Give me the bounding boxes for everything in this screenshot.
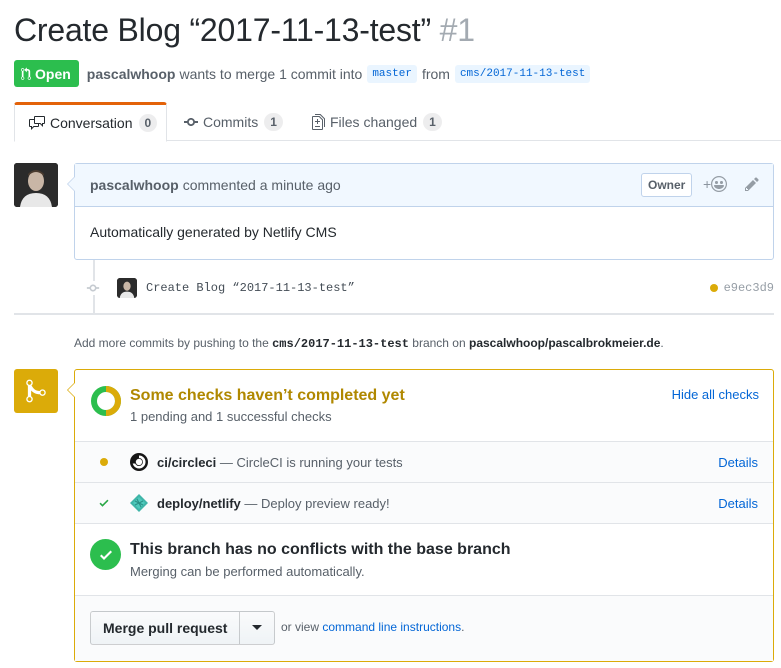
comment-time[interactable]: a minute ago [260,177,341,193]
tab-conversation-count: 0 [138,114,158,132]
state-badge: Open [14,60,79,87]
conflicts-section: This branch has no conflicts with the ba… [75,524,773,596]
comment-action: commented [182,177,256,193]
checks-progress-icon [91,386,121,416]
circleci-logo-icon [128,451,150,473]
checks-title: Some checks haven’t completed yet [130,387,405,404]
check-desc: — Deploy preview ready! [244,495,390,511]
hint-repo: pascalwhoop/pascalbrokmeier.de [469,336,661,350]
netlify-logo-icon [128,492,150,514]
edit-comment-button[interactable] [745,176,759,195]
tab-files-count: 1 [423,113,442,131]
merge-text: wants to merge 1 commit into [179,65,363,82]
tab-conversation[interactable]: Conversation 0 [14,102,167,142]
add-reaction-button[interactable]: + [703,176,728,192]
pr-title: Create Blog “2017-11-13-test” #1 [14,12,475,49]
pr-meta: Open pascalwhoop wants to merge 1 commit… [14,60,595,87]
check-row: deploy/netlify — Deploy preview ready! D… [75,483,773,524]
pr-title-text: Create Blog “2017-11-13-test” [14,12,431,48]
check-row: ci/circleci — CircleCI is running your t… [75,442,773,483]
checks-summary: Some checks haven’t completed yet 1 pend… [75,370,773,442]
commit-message[interactable]: Create Blog “2017-11-13-test” [146,281,355,295]
git-merge-icon [14,369,58,413]
command-line-instructions-link[interactable]: command line instructions [322,620,461,634]
comment-author[interactable]: pascalwhoop [90,177,179,193]
check-circle-icon [90,539,121,570]
conflicts-sub: Merging can be performed automatically. [130,564,365,579]
pr-author-link[interactable]: pascalwhoop [87,66,176,82]
git-commit-icon [86,281,100,295]
merge-options-button[interactable] [240,612,274,644]
alt-prefix: or view [281,620,320,634]
check-name: deploy/netlify [157,495,241,511]
pending-status-icon [97,458,111,466]
hint-prefix: Add more commits by pushing to the [74,336,269,350]
check-desc: — CircleCI is running your tests [219,454,403,470]
commit-sha-text: e9ec3d9 [723,281,774,295]
comment-discussion-icon [29,116,45,130]
comment-header: pascalwhoop commented a minute ago Owner… [75,164,773,207]
head-branch[interactable]: cms/2017-11-13-test [454,64,591,83]
comment-body: Automatically generated by Netlify CMS [90,224,337,240]
tab-commits-label: Commits [203,114,259,130]
hide-all-checks-link[interactable]: Hide all checks [672,387,759,402]
from-text: from [421,65,450,82]
timeline-commit: Create Blog “2017-11-13-test” e9ec3d9 [86,278,776,298]
pr-number: #1 [439,12,475,48]
conflicts-title: This branch has no conflicts with the ba… [130,541,511,558]
tab-files-label: Files changed [330,114,418,130]
merge-actions: Merge pull request or view command line … [75,596,773,661]
merge-box: Some checks haven’t completed yet 1 pend… [67,369,774,662]
check-details-link[interactable]: Details [718,455,758,470]
hint-mid: branch on [412,336,466,350]
user-photo-icon [14,163,58,207]
triangle-down-icon [252,625,263,630]
check-name: ci/circleci [157,454,217,470]
merge-button-group: Merge pull request [90,611,276,645]
git-commit-icon [184,118,198,126]
comment-box: pascalwhoop commented a minute ago Owner… [67,163,774,260]
git-pull-request-icon [21,66,31,80]
check-details-link[interactable]: Details [718,496,758,511]
file-diff-icon [312,114,325,130]
merge-pull-request-button[interactable]: Merge pull request [91,612,241,644]
tab-conversation-label: Conversation [50,115,133,131]
timeline-divider [14,313,774,315]
push-hint: Add more commits by pushing to the cms/2… [74,336,664,351]
checks-summary-text: 1 pending and 1 successful checks [130,409,332,424]
smiley-icon [711,176,728,192]
tab-files-changed[interactable]: Files changed 1 [312,102,442,142]
hint-suffix: . [660,336,664,350]
pending-status-icon[interactable] [709,284,718,292]
alt-suffix: . [461,620,465,634]
pencil-icon [745,177,759,191]
hint-branch: cms/2017-11-13-test [272,337,409,351]
avatar[interactable] [14,163,58,207]
check-icon [97,497,111,509]
tab-commits-count: 1 [264,113,283,131]
command-line-hint: or view command line instructions. [281,620,464,634]
state-label: Open [35,65,71,82]
check-text: ci/circleci — CircleCI is running your t… [157,455,403,470]
reaction-plus: + [703,176,712,192]
tab-commits[interactable]: Commits 1 [184,102,283,142]
commit-sha[interactable]: e9ec3d9 [709,281,774,295]
base-branch[interactable]: master [367,64,417,83]
pr-tabs: Conversation 0 Commits 1 Files changed 1 [14,102,781,142]
owner-badge: Owner [641,173,693,197]
commit-avatar[interactable] [117,278,137,298]
check-text: deploy/netlify — Deploy preview ready! [157,496,390,511]
